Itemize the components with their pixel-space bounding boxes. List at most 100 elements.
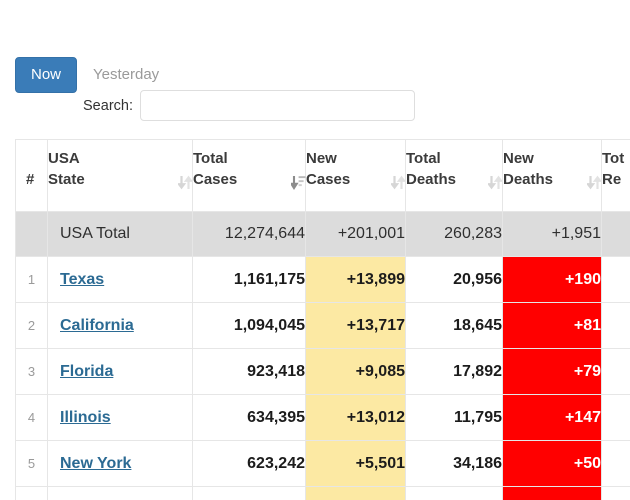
total-row-total-cases: 12,274,644 — [192, 211, 306, 257]
state-link[interactable]: Texas — [60, 271, 104, 288]
row-state[interactable]: Texas — [47, 256, 193, 303]
row-new-cases: +13,899 — [305, 256, 406, 303]
table-row[interactable]: 2 California 1,094,045 +13,717 18,645 +8… — [15, 302, 630, 349]
column-header-total-deaths-line2: Deaths — [406, 171, 457, 189]
row-new-deaths: +50 — [502, 440, 602, 487]
table-row[interactable]: 1 Texas 1,161,175 +13,899 20,956 +190 — [15, 256, 630, 303]
total-row-new-cases: +201,001 — [305, 211, 406, 257]
time-period-tabs: Now Yesterday — [15, 57, 175, 93]
row-new-cases: +9,085 — [305, 348, 406, 395]
column-header-total-recovered[interactable]: Tot Re — [601, 139, 630, 212]
column-header-new-deaths-line1: New — [503, 149, 534, 167]
column-header-total-recovered-line2: Re — [602, 171, 622, 189]
column-header-new-cases-line2: Cases — [306, 171, 351, 189]
header-row: # USA State Total Cases New Cases Total … — [15, 139, 630, 212]
row-total-cases: 1,094,045 — [192, 302, 306, 349]
column-header-usa-state-line1: USA — [48, 149, 80, 167]
total-row-total-recovered — [601, 211, 630, 257]
row-state[interactable]: New York — [47, 440, 193, 487]
row-index: 5 — [15, 440, 48, 487]
row-total-cases: 923,418 — [192, 348, 306, 395]
table-row[interactable]: 3 Florida 923,418 +9,085 17,892 +79 — [15, 348, 630, 395]
column-header-new-cases-line1: New — [306, 149, 337, 167]
row-total-recovered — [601, 394, 630, 441]
row-new-cases: +13,717 — [305, 302, 406, 349]
column-header-new-deaths[interactable]: New Deaths — [502, 139, 603, 212]
row-total-deaths: 11,795 — [405, 394, 503, 441]
column-header-total-cases[interactable]: Total Cases — [192, 139, 306, 212]
total-row-index — [15, 211, 48, 257]
state-link[interactable]: New York — [60, 455, 131, 472]
total-row-new-deaths: +1,951 — [502, 211, 602, 257]
sort-both-icon[interactable] — [389, 175, 407, 190]
column-header-index-label: # — [26, 171, 35, 189]
sort-both-icon[interactable] — [585, 175, 603, 190]
column-header-usa-state[interactable]: USA State — [47, 139, 194, 212]
row-total-cases: 623,242 — [192, 440, 306, 487]
state-link[interactable]: Florida — [60, 363, 113, 380]
column-header-index[interactable]: # — [15, 139, 48, 212]
search-label: Search: — [83, 97, 133, 114]
row-total-recovered — [601, 302, 630, 349]
row-index: 3 — [15, 348, 48, 395]
usa-state-stats-table: # USA State Total Cases New Cases Total … — [15, 139, 630, 500]
table-body: USA Total 12,274,644 +201,001 260,283 +1… — [15, 211, 630, 500]
row-total-cases — [192, 486, 306, 500]
column-header-total-cases-line2: Cases — [193, 171, 238, 189]
row-new-deaths: +190 — [502, 256, 602, 303]
row-state[interactable]: California — [47, 302, 193, 349]
row-total-cases: 1,161,175 — [192, 256, 306, 303]
row-new-deaths — [502, 486, 602, 500]
row-total-recovered — [601, 348, 630, 395]
row-index: 2 — [15, 302, 48, 349]
table-row[interactable] — [15, 486, 630, 500]
state-link[interactable]: Illinois — [60, 409, 111, 426]
usa-total-row: USA Total 12,274,644 +201,001 260,283 +1… — [15, 211, 630, 257]
row-index: 4 — [15, 394, 48, 441]
tab-now-label: Now — [31, 66, 62, 83]
tab-yesterday-label: Yesterday — [93, 66, 160, 83]
row-total-recovered — [601, 440, 630, 487]
row-total-cases: 634,395 — [192, 394, 306, 441]
row-total-deaths: 34,186 — [405, 440, 503, 487]
row-total-deaths: 18,645 — [405, 302, 503, 349]
row-total-deaths — [405, 486, 503, 500]
column-header-total-recovered-line1: Tot — [602, 149, 625, 167]
total-row-total-deaths: 260,283 — [405, 211, 503, 257]
row-new-cases: +13,012 — [305, 394, 406, 441]
page-root: Now Yesterday Search: # USA State Total … — [0, 0, 630, 500]
row-new-cases — [305, 486, 406, 500]
row-total-recovered — [601, 256, 630, 303]
row-new-cases: +5,501 — [305, 440, 406, 487]
tab-yesterday[interactable]: Yesterday — [77, 57, 175, 93]
table-row[interactable]: 4 Illinois 634,395 +13,012 11,795 +147 — [15, 394, 630, 441]
sort-both-icon[interactable] — [176, 175, 194, 190]
row-new-deaths: +79 — [502, 348, 602, 395]
row-total-recovered — [601, 486, 630, 500]
row-total-deaths: 17,892 — [405, 348, 503, 395]
row-state[interactable] — [47, 486, 193, 500]
row-index: 1 — [15, 256, 48, 303]
column-header-total-cases-line1: Total — [193, 149, 228, 167]
column-header-usa-state-line2: State — [48, 171, 85, 189]
table-row[interactable]: 5 New York 623,242 +5,501 34,186 +50 — [15, 440, 630, 487]
row-new-deaths: +81 — [502, 302, 602, 349]
row-state[interactable]: Illinois — [47, 394, 193, 441]
column-header-total-deaths-line1: Total — [406, 149, 441, 167]
state-link[interactable]: California — [60, 317, 134, 334]
search-row: Search: — [0, 90, 415, 121]
column-header-new-deaths-line2: Deaths — [503, 171, 554, 189]
row-state[interactable]: Florida — [47, 348, 193, 395]
sort-both-icon[interactable] — [486, 175, 504, 190]
search-input[interactable] — [140, 90, 415, 121]
states-table-container[interactable]: # USA State Total Cases New Cases Total … — [15, 139, 630, 500]
row-total-deaths: 20,956 — [405, 256, 503, 303]
table-head: # USA State Total Cases New Cases Total … — [15, 139, 630, 212]
tab-now[interactable]: Now — [15, 57, 78, 93]
column-header-new-cases[interactable]: New Cases — [305, 139, 407, 212]
total-row-label: USA Total — [47, 211, 193, 257]
column-header-total-deaths[interactable]: Total Deaths — [405, 139, 504, 212]
sort-amount-desc-icon[interactable] — [289, 175, 306, 190]
row-index — [15, 486, 48, 500]
row-new-deaths: +147 — [502, 394, 602, 441]
